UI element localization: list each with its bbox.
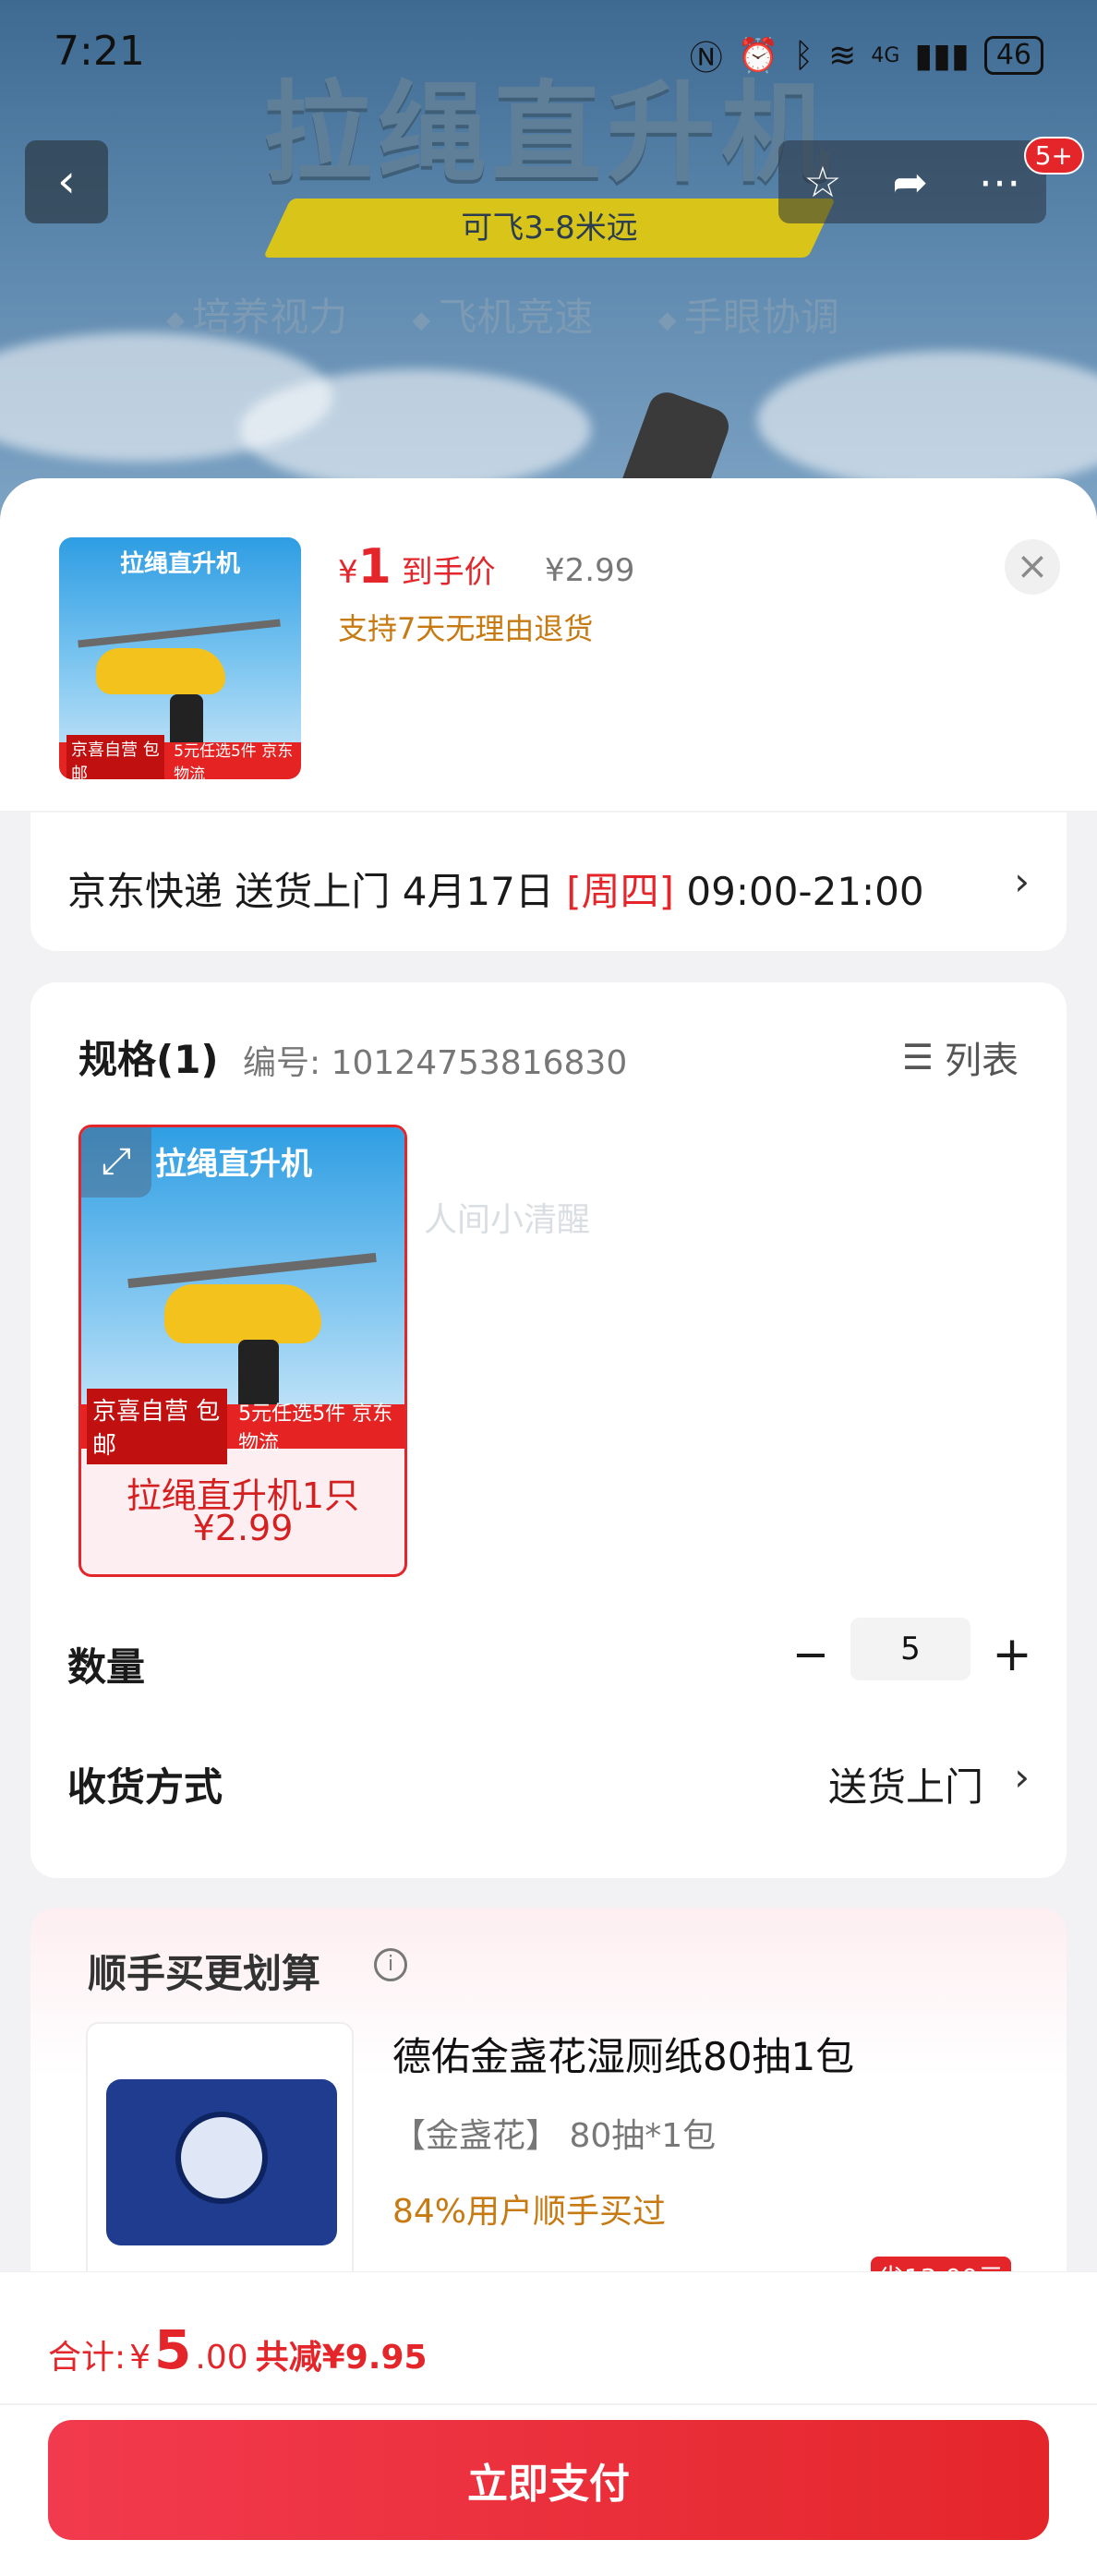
- addon-card: 顺手买更划算 i 德佑金盏花湿厕纸80抽1包 【金盏花】 80抽*1包 84%用…: [30, 1908, 1067, 2332]
- variant-footer: 京喜自营 包邮 5元任选5件 京东物流: [81, 1389, 404, 1464]
- variant-helicopter: [164, 1284, 321, 1343]
- banner-feature: 飞机竞速: [412, 286, 594, 343]
- total-summary: 合计: ¥5.00 共减¥9.95: [48, 2318, 428, 2381]
- addon-name[interactable]: 德佑金盏花湿厕纸80抽1包: [392, 2026, 854, 2082]
- variant-image-title: 拉绳直升机: [155, 1146, 312, 1183]
- price-value: 1: [357, 539, 392, 595]
- variant-option[interactable]: 拉绳直升机 京喜自营 包邮 5元任选5件 京东物流 ⤢ 拉绳直升机1只 ¥2.9…: [78, 1125, 407, 1577]
- close-button[interactable]: ×: [1005, 539, 1060, 595]
- battery-icon: 46: [983, 36, 1043, 75]
- list-label: 列表: [945, 1040, 1019, 1082]
- addon-image[interactable]: [86, 2022, 354, 2299]
- watermark: 人间小清醒: [424, 1201, 591, 1239]
- receive-method-value[interactable]: 送货上门: [828, 1756, 983, 1812]
- delivery-card[interactable]: 京东快递 送货上门 4月17日 [周四] 09:00-21:00 ›: [30, 813, 1067, 951]
- expand-icon[interactable]: ⤢: [81, 1127, 151, 1198]
- thumb-title: 拉绳直升机: [119, 550, 240, 578]
- variant-promo: 5元任选5件 京东物流: [238, 1402, 393, 1455]
- status-icons: Ⓝ ⏰ ᛒ ≋ 4G ▮▮▮ 46: [690, 31, 1043, 79]
- chevron-right-icon: ›: [1014, 859, 1030, 904]
- favorite-star-icon[interactable]: ☆: [803, 157, 841, 207]
- alarm-icon: ⏰: [737, 37, 779, 75]
- addon-stat: 84%用户顺手买过: [392, 2193, 667, 2231]
- notification-badge: 5+: [1023, 137, 1084, 175]
- variant-tag: 京喜自营 包邮: [87, 1389, 228, 1464]
- delivery-window: 09:00-21:00: [686, 869, 924, 914]
- total-dec: .00: [195, 2339, 248, 2377]
- list-view-toggle[interactable]: ☰ 列表: [902, 1030, 1019, 1084]
- spec-code: 编号: 10124753816830: [243, 1044, 628, 1082]
- status-time: 7:21: [54, 28, 145, 75]
- purchase-sheet: 拉绳直升机 京喜自营 包邮 5元任选5件 京东物流 ¥1 到手价 ¥2.99 支…: [0, 478, 1097, 2576]
- total-int: 5: [154, 2318, 192, 2381]
- total-label: 合计:: [48, 2339, 127, 2377]
- status-bar: 7:21 Ⓝ ⏰ ᛒ ≋ 4G ▮▮▮ 46: [0, 0, 1097, 102]
- banner-feature: 手眼协调: [658, 286, 839, 343]
- cloud-decor: [240, 369, 591, 489]
- share-icon[interactable]: ➦: [892, 157, 928, 207]
- original-price: ¥2.99: [545, 552, 635, 589]
- spec-card: 规格(1) 编号: 10124753816830 ☰ 列表 拉绳直升机 京喜自营…: [30, 982, 1067, 1878]
- network-label: 4G: [871, 43, 900, 67]
- list-icon: ☰: [901, 1037, 934, 1077]
- banner-strip-label: 可飞3-8米远: [461, 210, 638, 247]
- price-symbol: ¥: [338, 554, 358, 591]
- chevron-left-icon: ‹: [57, 154, 76, 208]
- quantity-input[interactable]: [850, 1618, 970, 1680]
- addon-title: 顺手买更划算: [88, 1951, 321, 1996]
- banner-features: 培养视力 飞机竞速 手眼协调: [166, 286, 839, 343]
- delivery-weekday: [周四]: [566, 869, 675, 914]
- receive-method-label: 收货方式: [67, 1764, 223, 1810]
- price-label: 到手价: [401, 554, 496, 591]
- final-price: ¥1 到手价: [338, 539, 496, 595]
- thumb-footer: 京喜自营 包邮 5元任选5件 京东物流: [59, 735, 301, 779]
- cloud-decor: [757, 351, 1097, 489]
- back-button[interactable]: ‹: [25, 140, 108, 223]
- nav-actions: ☆ ➦ ⋯: [778, 140, 1046, 223]
- thumb-rotor: [78, 619, 281, 648]
- product-thumbnail[interactable]: 拉绳直升机 京喜自营 包邮 5元任选5件 京东物流: [59, 537, 301, 779]
- total-save: 共减¥9.95: [255, 2339, 428, 2377]
- signal-icon: ▮▮▮: [914, 36, 970, 75]
- quantity-decrease-button[interactable]: −: [788, 1629, 834, 1680]
- pay-now-button[interactable]: 立即支付: [48, 2420, 1049, 2540]
- delivery-info: 京东快递 送货上门 4月17日 [周四] 09:00-21:00: [67, 861, 924, 917]
- checkout-bar: 合计: ¥5.00 共减¥9.95 立即支付: [0, 2271, 1097, 2576]
- thumb-helicopter: [96, 648, 225, 694]
- bluetooth-icon: ᛒ: [793, 36, 814, 75]
- return-policy: 支持7天无理由退货: [338, 611, 594, 646]
- spec-title: 规格(1): [78, 1037, 219, 1082]
- divider: [0, 2403, 1097, 2405]
- variant-price: ¥2.99: [192, 1508, 294, 1548]
- quantity-label: 数量: [67, 1644, 146, 1690]
- sheet-header: 拉绳直升机 京喜自营 包邮 5元任选5件 京东物流 ¥1 到手价 ¥2.99 支…: [0, 478, 1097, 811]
- penguin-icon: [175, 2112, 268, 2204]
- nfc-icon: Ⓝ: [689, 40, 723, 78]
- total-symbol: ¥: [129, 2339, 151, 2377]
- thumb-tag: 京喜自营 包邮: [66, 735, 165, 779]
- banner-feature: 培养视力: [166, 286, 347, 343]
- chevron-right-icon: ›: [1014, 1754, 1030, 1800]
- thumb-promo: 5元任选5件 京东物流: [174, 742, 294, 779]
- wifi-icon: ≋: [828, 36, 857, 75]
- close-icon: ×: [1016, 543, 1049, 588]
- delivery-carrier: 京东快递 送货上门 4月17日: [67, 869, 554, 914]
- quantity-increase-button[interactable]: +: [989, 1627, 1035, 1682]
- more-icon[interactable]: ⋯: [979, 157, 1021, 207]
- addon-spec: 【金盏花】 80抽*1包: [392, 2117, 717, 2155]
- variant-rotor: [127, 1252, 377, 1289]
- info-icon[interactable]: i: [374, 1948, 407, 1981]
